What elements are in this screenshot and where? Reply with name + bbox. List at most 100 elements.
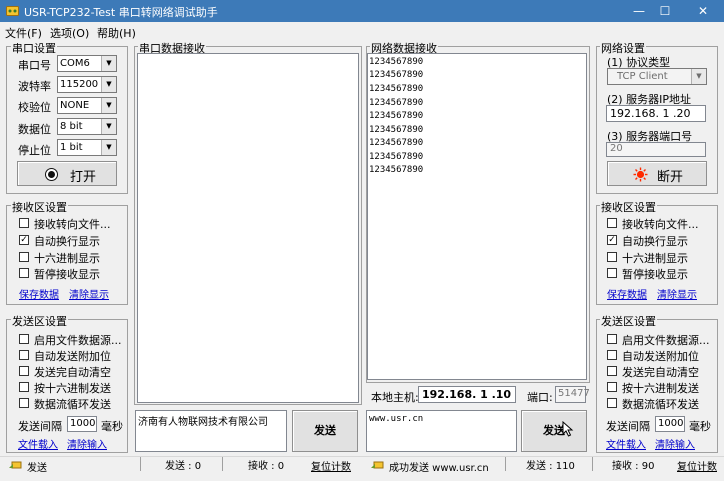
send-interval-label-left: 发送间隔 — [18, 420, 62, 433]
serial-recv-textarea[interactable] — [137, 53, 359, 403]
baud-select[interactable]: 115200 ▼ — [57, 76, 117, 93]
hex-display-label-right: 十六进制显示 — [622, 252, 688, 265]
pause-display-label-left: 暂停接收显示 — [34, 268, 100, 281]
auto-wrap-label-left: 自动换行显示 — [34, 235, 100, 248]
checkbox-hex-display-left[interactable] — [19, 252, 29, 262]
chevron-down-icon: ▼ — [101, 77, 116, 92]
chevron-down-icon: ▼ — [101, 98, 116, 113]
net-recv-line: 1234567890 — [369, 125, 424, 135]
checkbox-append-bit-left[interactable] — [19, 350, 29, 360]
checkbox-auto-clear-left[interactable] — [19, 366, 29, 376]
serial-send-textarea[interactable]: 济南有人物联网技术有限公司 — [135, 410, 287, 452]
net-recv-line: 1234567890 — [369, 111, 424, 121]
net-recv-line: 1234567890 — [369, 138, 424, 148]
status-received-right: 接收 : 90 — [612, 461, 655, 472]
close-icon[interactable]: ✕ — [680, 0, 724, 22]
send-settings-title-right: 发送区设置 — [600, 313, 657, 329]
menu-file[interactable]: 文件(F) — [5, 25, 42, 41]
net-recv-textarea[interactable]: 1234567890 1234567890 1234567890 1234567… — [367, 53, 587, 380]
checkbox-pause-display-left[interactable] — [19, 268, 29, 278]
net-send-textarea[interactable]: www.usr.cn — [366, 410, 517, 452]
mouse-cursor-icon — [562, 421, 574, 437]
status-separator — [592, 457, 593, 471]
hex-send-label-left: 按十六进制发送 — [34, 382, 111, 395]
checkbox-recv-to-file-left[interactable] — [19, 218, 29, 228]
save-data-link-left[interactable]: 保存数据 — [19, 286, 59, 301]
databits-label: 数据位 — [18, 123, 51, 136]
checkbox-file-source-left[interactable] — [19, 334, 29, 344]
save-data-link-right[interactable]: 保存数据 — [607, 286, 647, 301]
send-settings-title-left: 发送区设置 — [11, 313, 68, 329]
reset-count-button-left[interactable]: 复位计数 — [311, 458, 351, 473]
auto-clear-label-right: 发送完自动清空 — [622, 366, 699, 379]
send-interval-unit-left: 毫秒 — [101, 420, 123, 433]
net-send-button[interactable]: 发送 — [521, 410, 587, 452]
serial-send-button[interactable]: 发送 — [292, 410, 358, 452]
status-sent-left: 发送 : 0 — [165, 461, 202, 472]
open-port-label: 打开 — [70, 170, 97, 185]
menu-bar: 文件(F) 选项(O) 帮助(H) — [0, 22, 724, 40]
open-port-button[interactable]: 打开 — [17, 161, 117, 186]
disconnect-button[interactable]: 断开 — [607, 161, 707, 186]
file-source-label-right: 启用文件数据源... — [622, 334, 710, 347]
checkbox-auto-clear-right[interactable] — [607, 366, 617, 376]
chevron-down-icon: ▼ — [101, 56, 116, 71]
send-interval-label-right: 发送间隔 — [606, 420, 650, 433]
local-host-label: 本地主机: — [371, 391, 419, 404]
baud-label: 波特率 — [18, 80, 51, 93]
recv-settings-title-left: 接收区设置 — [11, 199, 68, 215]
clear-input-link-right[interactable]: 清除输入 — [655, 436, 695, 451]
net-recv-line: 1234567890 — [369, 98, 424, 108]
checkbox-pause-display-right[interactable] — [607, 268, 617, 278]
menu-help[interactable]: 帮助(H) — [97, 25, 136, 41]
send-status-icon — [371, 461, 384, 469]
status-received-left: 接收 : 0 — [248, 461, 285, 472]
append-bit-label-left: 自动发送附加位 — [34, 350, 111, 363]
databits-select[interactable]: 8 bit ▼ — [57, 118, 117, 135]
stopbits-select[interactable]: 1 bit ▼ — [57, 139, 117, 156]
checkbox-loop-send-left[interactable] — [19, 398, 29, 408]
chevron-down-icon: ▼ — [691, 69, 706, 84]
disconnect-indicator-icon — [633, 167, 648, 182]
server-port-input[interactable]: 20 — [606, 142, 706, 157]
menu-options[interactable]: 选项(O) — [50, 25, 89, 41]
port-label: 串口号 — [18, 59, 51, 72]
server-ip-input[interactable]: 192.168. 1 .20 — [606, 105, 706, 122]
port-select[interactable]: COM6 ▼ — [57, 55, 117, 72]
disconnect-label: 断开 — [657, 170, 684, 185]
clear-display-link-left[interactable]: 清除显示 — [69, 286, 109, 301]
local-port-input[interactable]: 51477 — [555, 386, 590, 403]
send-interval-input-left[interactable]: 1000 — [67, 416, 97, 432]
recv-to-file-label-left: 接收转向文件... — [34, 218, 111, 231]
parity-label: 校验位 — [18, 101, 51, 114]
window-title: USR-TCP232-Test 串口转网络调试助手 — [24, 6, 218, 19]
checkbox-auto-wrap-left[interactable]: ✓ — [19, 235, 29, 245]
send-interval-input-right[interactable]: 1000 — [655, 416, 685, 432]
parity-select[interactable]: NONE ▼ — [57, 97, 117, 114]
chevron-down-icon: ▼ — [101, 140, 116, 155]
checkbox-append-bit-right[interactable] — [607, 350, 617, 360]
loop-send-label-right: 数据流循环发送 — [622, 398, 699, 411]
checkbox-recv-to-file-right[interactable] — [607, 218, 617, 228]
checkbox-file-source-right[interactable] — [607, 334, 617, 344]
auto-clear-label-left: 发送完自动清空 — [34, 366, 111, 379]
clear-display-link-right[interactable]: 清除显示 — [657, 286, 697, 301]
status-separator — [505, 457, 506, 471]
file-load-link-left[interactable]: 文件载入 — [18, 436, 58, 451]
local-host-ip[interactable]: 192.168. 1 .10 — [418, 386, 516, 403]
checkbox-auto-wrap-right[interactable]: ✓ — [607, 235, 617, 245]
checkbox-hex-send-left[interactable] — [19, 382, 29, 392]
checkbox-hex-send-right[interactable] — [607, 382, 617, 392]
file-source-label-left: 启用文件数据源... — [34, 334, 122, 347]
clear-input-link-left[interactable]: 清除输入 — [67, 436, 107, 451]
title-bar: USR-TCP232-Test 串口转网络调试助手 — ☐ ✕ — [0, 0, 724, 22]
file-load-link-right[interactable]: 文件载入 — [606, 436, 646, 451]
reset-count-button-right[interactable]: 复位计数 — [677, 458, 717, 473]
stopbits-label: 停止位 — [18, 144, 51, 157]
protocol-select[interactable]: TCP Client ▼ — [607, 68, 707, 85]
checkbox-loop-send-right[interactable] — [607, 398, 617, 408]
recv-to-file-label-right: 接收转向文件... — [622, 218, 699, 231]
recv-settings-title-right: 接收区设置 — [600, 199, 657, 215]
checkbox-hex-display-right[interactable] — [607, 252, 617, 262]
serial-settings-title: 串口设置 — [11, 40, 57, 56]
